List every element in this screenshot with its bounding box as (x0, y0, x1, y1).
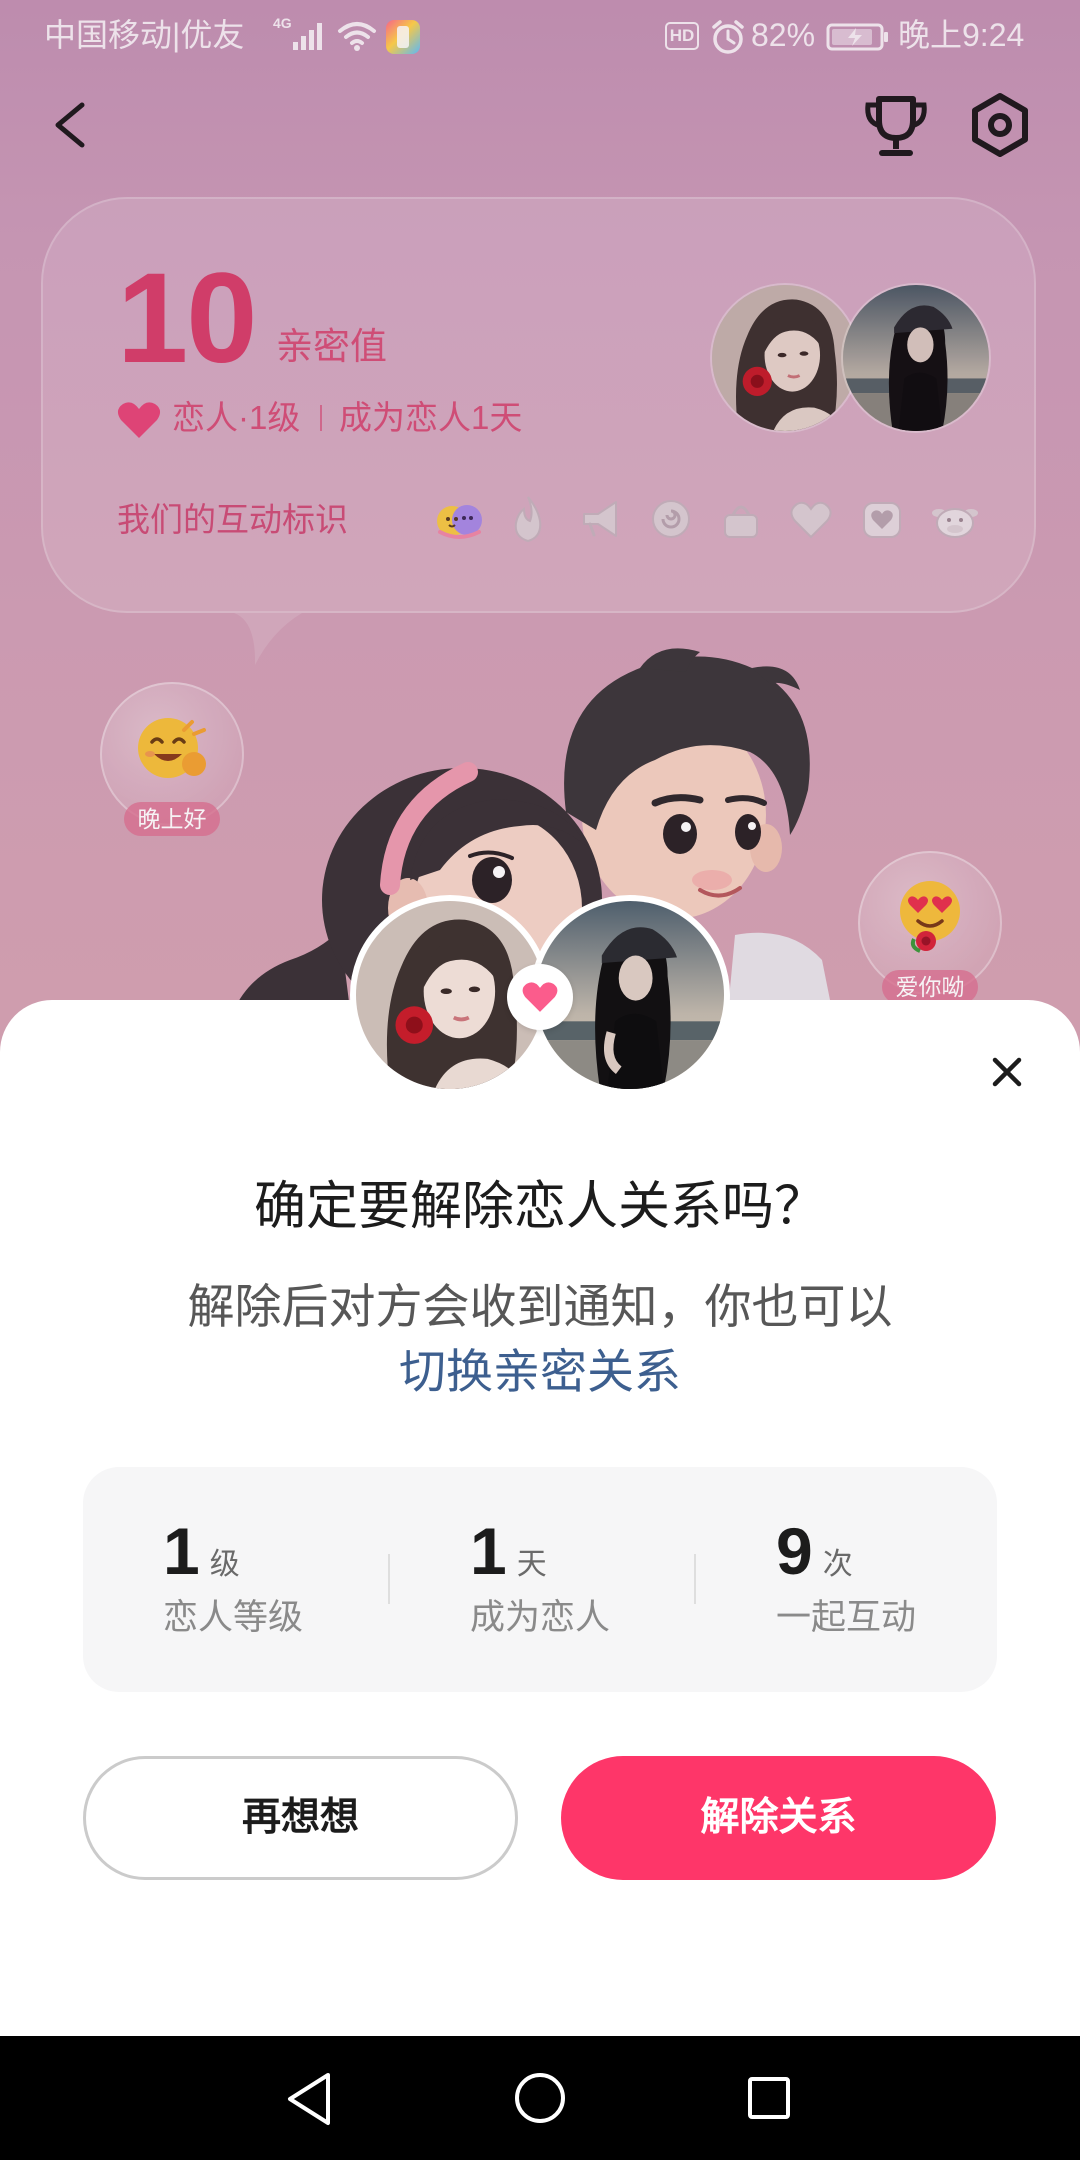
stat-level-value: 1 (163, 1514, 200, 1588)
stat-days-unit: 天 (516, 1548, 547, 1581)
nav-back-icon[interactable] (284, 2071, 334, 2127)
stat-interactions: 9次 一起互动 (776, 1467, 996, 1692)
stat-days-label: 成为恋人 (470, 1598, 611, 1637)
confirm-unbind-button[interactable]: 解除关系 (561, 1756, 996, 1880)
heart-icon (507, 964, 573, 1030)
dialog-description-text: 解除后对方会收到通知，你也可以 (187, 1280, 893, 1333)
relation-stats: 1级 恋人等级 1天 成为恋人 9次 一起互动 (83, 1467, 997, 1692)
stat-level-unit: 级 (209, 1548, 240, 1581)
nav-recents-icon[interactable] (747, 2076, 791, 2120)
system-nav-bar (0, 2036, 1080, 2160)
switch-relation-link[interactable]: 切换亲密关系 (0, 1339, 1080, 1404)
nav-home-icon[interactable] (513, 2071, 567, 2125)
dialog-title: 确定要解除恋人关系吗？ (253, 1178, 826, 1236)
close-icon[interactable] (990, 1055, 1024, 1089)
unbind-dialog: 确定要解除恋人关系吗？ 解除后对方会收到通知，你也可以 切换亲密关系 1级 恋人… (0, 1000, 1080, 2036)
stat-divider (388, 1554, 390, 1604)
stat-days: 1天 成为恋人 (470, 1467, 690, 1692)
cancel-button[interactable]: 再想想 (83, 1756, 518, 1880)
stat-level: 1级 恋人等级 (163, 1467, 383, 1692)
stat-interactions-unit: 次 (822, 1548, 853, 1581)
stat-divider (694, 1554, 696, 1604)
intimacy-page: 中国移动|优友 4G HD 82% 晚上9:24 10 亲密值 恋人·1级 成为… (0, 0, 1080, 2160)
stat-days-value: 1 (470, 1514, 507, 1588)
stat-level-label: 恋人等级 (163, 1598, 304, 1637)
stat-interactions-label: 一起互动 (776, 1598, 917, 1637)
stat-interactions-value: 9 (776, 1514, 813, 1588)
dialog-description: 解除后对方会收到通知，你也可以 切换亲密关系 (0, 1274, 1080, 1404)
